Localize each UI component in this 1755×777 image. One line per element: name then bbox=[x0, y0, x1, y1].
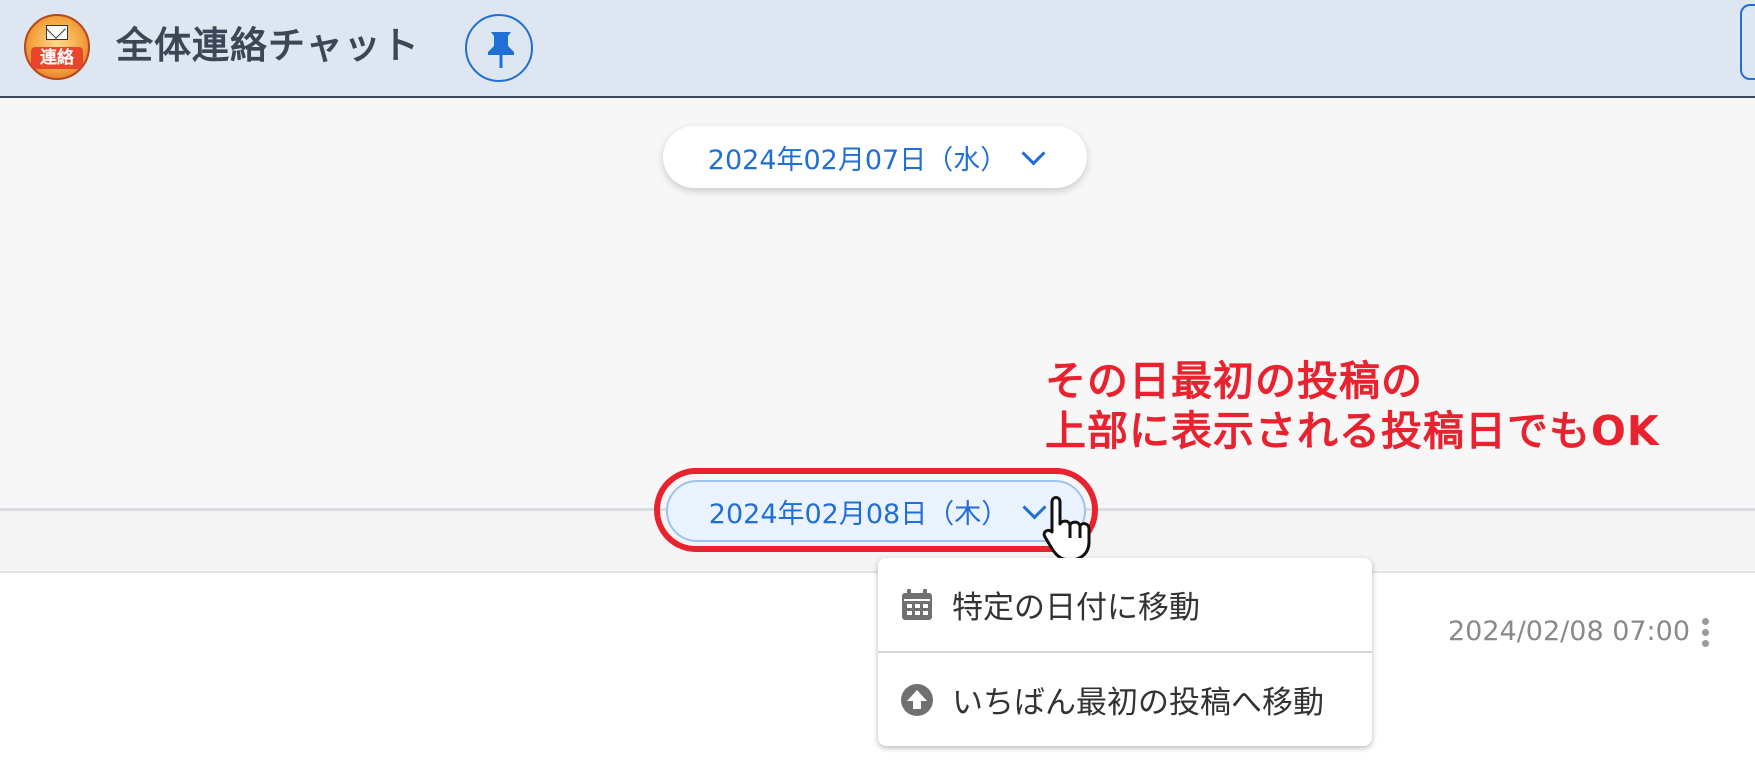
date-jump-menu: 特定の日付に移動 いちばん最初の投稿へ移動 bbox=[878, 558, 1372, 746]
app-header: 連絡 全体連絡チャット bbox=[0, 0, 1755, 98]
page-title: 全体連絡チャット bbox=[116, 24, 420, 67]
menu-item-jump-to-date[interactable]: 特定の日付に移動 bbox=[878, 558, 1372, 653]
annotation-line-1: その日最初の投稿の bbox=[1045, 357, 1423, 405]
menu-item-label: 特定の日付に移動 bbox=[952, 590, 1200, 626]
annotation-line-2: 上部に表示される投稿日でもOK bbox=[1045, 407, 1660, 455]
menu-item-label: いちばん最初の投稿へ移動 bbox=[952, 685, 1324, 721]
annotation-callout: その日最初の投稿の 上部に表示される投稿日でもOK bbox=[1045, 356, 1660, 456]
pin-icon bbox=[488, 32, 514, 68]
header-right-button[interactable] bbox=[1740, 4, 1755, 80]
pin-button[interactable] bbox=[465, 14, 533, 82]
date-separator-feb07[interactable]: 2024年02月07日（水） bbox=[663, 126, 1087, 188]
more-options-icon[interactable] bbox=[1702, 618, 1710, 648]
envelope-icon bbox=[46, 25, 68, 40]
calendar-icon bbox=[902, 588, 932, 620]
chevron-down-icon bbox=[1021, 140, 1046, 166]
logo-label: 連絡 bbox=[31, 47, 83, 69]
pointer-hand-icon bbox=[1042, 496, 1091, 562]
date-separator-label: 2024年02月07日（水） bbox=[707, 144, 1008, 176]
post-timestamp: 2024/02/08 07:00 bbox=[1448, 616, 1691, 647]
highlight-outline bbox=[654, 468, 1098, 552]
menu-item-jump-to-first-post[interactable]: いちばん最初の投稿へ移動 bbox=[878, 653, 1372, 746]
arrow-up-circle-icon bbox=[901, 683, 933, 716]
chat-logo: 連絡 bbox=[24, 14, 90, 80]
